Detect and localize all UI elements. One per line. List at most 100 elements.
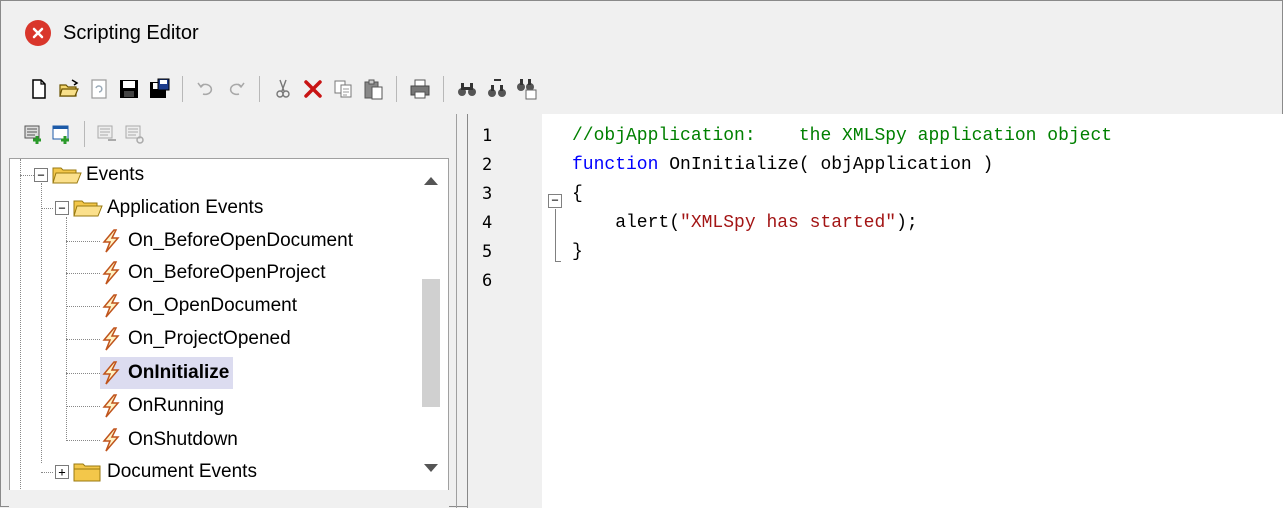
- paste-icon[interactable]: [359, 74, 387, 104]
- fold-guide: [555, 209, 556, 261]
- remove-icon[interactable]: [94, 119, 120, 149]
- tree-connector: [66, 217, 67, 441]
- line-number: 2: [482, 155, 493, 175]
- lightning-icon: [102, 428, 120, 452]
- reload-icon[interactable]: [85, 74, 113, 104]
- event-tree: − Events − Application Events On_BeforeO…: [9, 158, 449, 490]
- pane-footer: [9, 490, 449, 508]
- tree-item-document-events[interactable]: + Document Events: [55, 456, 257, 488]
- tree-item-label: OnRunning: [128, 395, 225, 416]
- code-editor[interactable]: 1 2 3 4 5 6 − //objApplication: the XMLS…: [467, 114, 1283, 508]
- tree-item-event[interactable]: On_ProjectOpened: [100, 323, 291, 355]
- project-toolbar: [9, 114, 456, 154]
- save-all-icon[interactable]: [145, 74, 173, 104]
- fold-toggle-icon[interactable]: −: [548, 194, 562, 208]
- open-folder-icon: [73, 200, 103, 217]
- code-string: "XMLSpy has started": [680, 213, 897, 233]
- tree-item-event[interactable]: OnShutdown: [100, 424, 238, 456]
- scroll-thumb[interactable]: [422, 279, 440, 407]
- find-next-icon[interactable]: [483, 74, 511, 104]
- tree-connector: [66, 273, 100, 274]
- line-number: 5: [482, 242, 493, 262]
- toolbar-separator: [396, 76, 397, 102]
- close-icon[interactable]: [25, 20, 51, 46]
- find-icon[interactable]: [453, 74, 481, 104]
- lightning-icon: [102, 394, 120, 418]
- new-icon[interactable]: [25, 74, 53, 104]
- tree-item-label: On_BeforeOpenProject: [128, 262, 326, 283]
- tree-item-label: Events: [86, 164, 145, 185]
- code-line-close-brace: }: [572, 242, 583, 262]
- toolbar-separator: [84, 121, 85, 147]
- line-number: 6: [482, 271, 493, 291]
- toolbar-separator: [259, 76, 260, 102]
- tree-item-event-selected[interactable]: OnInitialize: [100, 357, 234, 389]
- lightning-icon: [102, 361, 120, 385]
- tree-item-label: On_ProjectOpened: [128, 328, 291, 349]
- tree-item-label: On_OpenDocument: [128, 295, 297, 316]
- cut-icon[interactable]: [269, 74, 297, 104]
- collapse-icon[interactable]: −: [55, 201, 69, 215]
- tree-item-event[interactable]: OnRunning: [100, 390, 224, 422]
- project-pane: − Events − Application Events On_BeforeO…: [9, 114, 457, 508]
- tree-connector: [66, 440, 100, 441]
- tree-connector: [66, 306, 100, 307]
- line-number: 3: [482, 184, 493, 204]
- expand-icon[interactable]: +: [55, 465, 69, 479]
- lightning-icon: [102, 327, 120, 351]
- tree-connector: [41, 208, 53, 209]
- scripting-editor-window: Scripting Editor − Events − Application …: [0, 0, 1283, 508]
- delete-icon[interactable]: [299, 74, 327, 104]
- code-line-comment: //objApplication: the XMLSpy application…: [572, 126, 1113, 146]
- tree-item-application-events[interactable]: − Application Events: [55, 192, 263, 224]
- scroll-up-icon[interactable]: [424, 177, 438, 185]
- tree-item-label: OnShutdown: [128, 429, 238, 450]
- toolbar-separator: [182, 76, 183, 102]
- copy-icon[interactable]: [329, 74, 357, 104]
- redo-icon[interactable]: [222, 74, 250, 104]
- lightning-icon: [102, 294, 120, 318]
- fold-guide-end: [555, 261, 561, 262]
- tree-item-label: OnInitialize: [128, 362, 230, 383]
- tree-item-event[interactable]: On_OpenDocument: [100, 290, 297, 322]
- window-title: Scripting Editor: [63, 21, 199, 44]
- tree-item-event[interactable]: On_BeforeOpenDocument: [100, 225, 353, 257]
- tree-connector: [66, 373, 100, 374]
- tree-connector: [66, 339, 100, 340]
- tree-scrollbar[interactable]: [414, 159, 448, 490]
- add-macro-icon[interactable]: [21, 119, 47, 149]
- toolbar-separator: [443, 76, 444, 102]
- line-number: 1: [482, 126, 493, 146]
- lightning-icon: [102, 229, 120, 253]
- folder-icon: [73, 463, 101, 482]
- tree-item-label: On_BeforeOpenDocument: [128, 230, 353, 251]
- collapse-icon[interactable]: −: [34, 168, 48, 182]
- lightning-icon: [102, 261, 120, 285]
- open-icon[interactable]: [55, 74, 83, 104]
- add-form-icon[interactable]: [49, 119, 75, 149]
- tree-connector: [41, 183, 42, 463]
- code-keyword: function: [572, 155, 659, 175]
- tree-connector: [20, 175, 34, 176]
- tree-item-events[interactable]: − Events: [34, 159, 144, 191]
- undo-icon[interactable]: [192, 74, 220, 104]
- main-toolbar: [1, 71, 1282, 107]
- line-number: 4: [482, 213, 493, 233]
- code-text: );: [896, 213, 918, 233]
- tree-connector: [66, 241, 100, 242]
- code-text: alert(: [572, 213, 681, 233]
- properties-icon[interactable]: [122, 119, 148, 149]
- code-text: OnInitialize( objApplication ): [658, 155, 994, 175]
- print-icon[interactable]: [406, 74, 434, 104]
- tree-connector: [41, 472, 53, 473]
- tree-item-event[interactable]: On_BeforeOpenProject: [100, 257, 326, 289]
- scroll-down-icon[interactable]: [424, 464, 438, 472]
- tree-connector: [20, 159, 21, 490]
- save-icon[interactable]: [115, 74, 143, 104]
- tree-item-label: Application Events: [107, 197, 264, 218]
- tree-connector: [66, 406, 100, 407]
- replace-icon[interactable]: [513, 74, 541, 104]
- code-line-open-brace: {: [572, 184, 583, 204]
- tree-item-label: Document Events: [107, 461, 257, 482]
- title-bar: Scripting Editor: [1, 1, 1282, 65]
